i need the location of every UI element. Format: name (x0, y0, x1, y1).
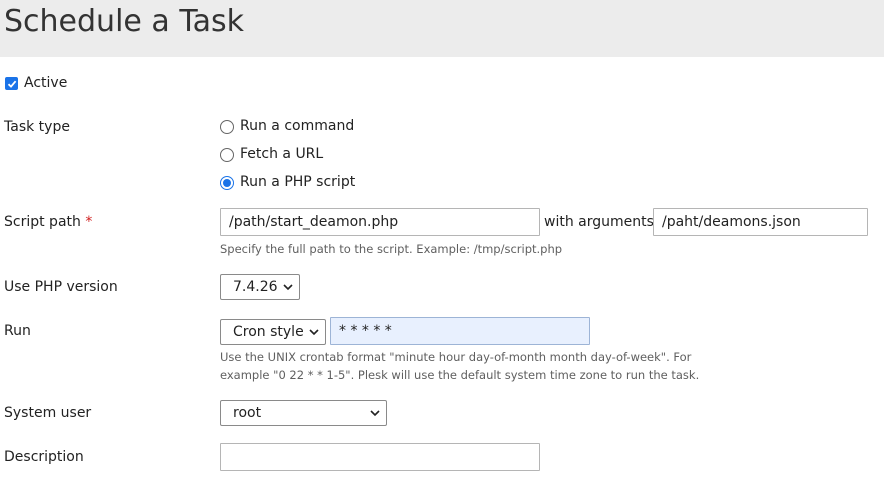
run-hint-line-1: Use the UNIX crontab format "minute hour… (220, 350, 692, 364)
php-version-select[interactable]: 7.4.26 (220, 274, 300, 300)
with-arguments-label: with arguments (544, 214, 654, 230)
radio-run-php-script[interactable] (220, 176, 234, 190)
cron-expression-input[interactable]: * * * * * (330, 317, 590, 345)
task-type-label: Task type (4, 119, 70, 135)
required-marker: * (85, 214, 93, 230)
run-mode-select[interactable]: Cron style (220, 319, 326, 345)
page-title: Schedule a Task (4, 4, 245, 39)
system-user-label: System user (4, 405, 92, 421)
system-user-value: root (233, 405, 262, 421)
active-label: Active (24, 75, 68, 91)
radio-run-command[interactable] (220, 120, 234, 134)
script-path-input[interactable]: /path/start_deamon.php (220, 208, 540, 236)
script-path-label-text: Script path (4, 214, 81, 230)
php-version-label: Use PHP version (4, 279, 118, 295)
checkmark-icon (7, 80, 17, 88)
run-hint-line-2: example "0 22 * * 1-5". Plesk will use t… (220, 368, 700, 382)
run-mode-value: Cron style (233, 324, 304, 340)
script-path-label: Script path * (4, 214, 92, 230)
description-input[interactable] (220, 443, 540, 471)
chevron-down-icon (283, 284, 293, 291)
radio-run-php-script-label[interactable]: Run a PHP script (240, 174, 355, 190)
page-header: Schedule a Task (0, 0, 884, 57)
chevron-down-icon (370, 410, 380, 417)
radio-fetch-url-label[interactable]: Fetch a URL (240, 146, 323, 162)
php-version-value: 7.4.26 (233, 279, 278, 295)
active-checkbox[interactable] (5, 77, 18, 90)
arguments-input[interactable]: /paht/deamons.json (653, 208, 868, 236)
chevron-down-icon (309, 329, 319, 336)
description-label: Description (4, 449, 84, 465)
radio-run-command-label[interactable]: Run a command (240, 118, 354, 134)
radio-fetch-url[interactable] (220, 148, 234, 162)
run-label: Run (4, 323, 31, 339)
script-path-hint: Specify the full path to the script. Exa… (220, 242, 563, 256)
system-user-select[interactable]: root (220, 400, 387, 426)
